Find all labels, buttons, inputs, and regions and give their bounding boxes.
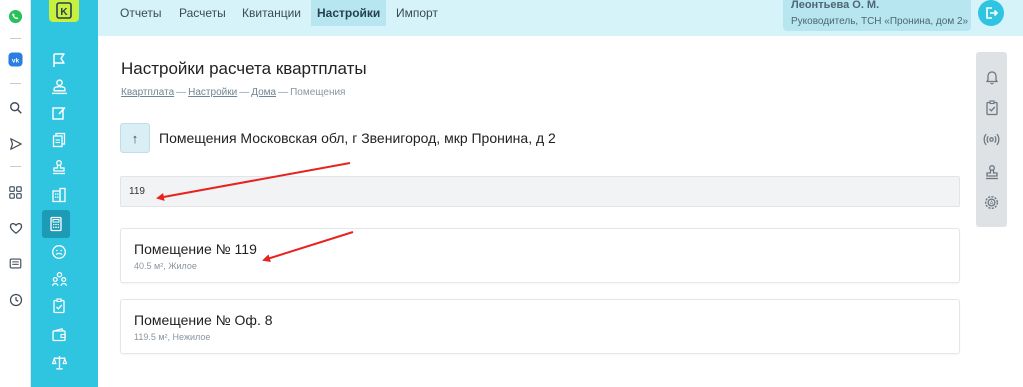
checklist-icon[interactable]	[983, 99, 1000, 116]
breadcrumb: Квартплата — Настройки — Дома — Помещения	[121, 87, 346, 98]
building-icon[interactable]	[48, 184, 70, 206]
vk-icon[interactable]: vk	[7, 51, 24, 68]
calculator-icon[interactable]	[42, 210, 70, 238]
tab-reports[interactable]: Отчеты	[114, 0, 167, 26]
page-title: Настройки расчета квартплаты	[121, 59, 367, 78]
search-icon[interactable]	[7, 99, 24, 116]
user-name: Леонтьева О. М.	[791, 0, 880, 11]
apps-icon[interactable]	[7, 184, 24, 201]
stamp-icon[interactable]	[983, 163, 1000, 180]
send-icon[interactable]	[7, 135, 24, 152]
bell-icon[interactable]	[983, 68, 1000, 85]
smile-icon[interactable]	[48, 241, 70, 263]
user-role: Руководитель, ТСН «Пронина, дом 2»	[791, 16, 969, 27]
address-heading: Помещения Московская обл, г Звенигород, …	[159, 130, 556, 146]
heart-icon[interactable]	[7, 219, 24, 236]
tab-settings[interactable]: Настройки	[311, 0, 387, 26]
room-name: Помещение № 119	[134, 241, 257, 257]
svg-text:vk: vk	[12, 57, 20, 64]
wallet-icon[interactable]	[48, 324, 70, 346]
user-card[interactable]: Леонтьева О. М. Руководитель, ТСН «Прони…	[783, 0, 971, 31]
users-icon[interactable]	[48, 75, 70, 97]
edit-icon[interactable]	[48, 102, 70, 124]
room-card[interactable]: Помещение № 119 40.5 м², Жилое	[120, 228, 960, 283]
clock-icon[interactable]	[7, 291, 24, 308]
tab-receipts[interactable]: Квитанции	[236, 0, 307, 26]
broadcast-icon[interactable]	[983, 131, 1000, 148]
svg-text:A: A	[990, 201, 994, 207]
room-card[interactable]: Помещение № Оф. 8 119.5 м², Нежилое	[120, 299, 960, 354]
back-up-button[interactable]: ↑	[120, 123, 150, 153]
team-icon[interactable]	[48, 268, 70, 290]
screen: vk K Отчеты Расчеты Квитанции Настройки …	[0, 0, 1023, 387]
app-logo[interactable]: K	[49, 0, 79, 22]
tab-calculations[interactable]: Расчеты	[173, 0, 232, 26]
app-bar: vk	[0, 0, 31, 387]
room-name: Помещение № Оф. 8	[134, 312, 273, 328]
sidebar: K	[31, 0, 98, 387]
svg-text:K: K	[60, 7, 68, 18]
checklist-icon[interactable]	[48, 295, 70, 317]
stamp-icon[interactable]	[48, 156, 70, 178]
arrow-up-icon: ↑	[131, 130, 139, 146]
breadcrumb-rent[interactable]: Квартплата	[121, 87, 174, 98]
breadcrumb-houses[interactable]: Дома	[251, 87, 276, 98]
flag-icon[interactable]	[48, 49, 70, 71]
room-info: 119.5 м², Нежилое	[134, 332, 211, 342]
logout-icon	[986, 7, 999, 19]
top-nav: Отчеты Расчеты Квитанции Настройки Импор…	[98, 0, 1023, 36]
news-icon[interactable]	[7, 255, 24, 272]
scales-icon[interactable]	[48, 351, 70, 373]
tab-import[interactable]: Импорт	[390, 0, 444, 26]
whatsapp-icon[interactable]	[7, 8, 24, 25]
settings-icon[interactable]: A	[983, 194, 1000, 211]
right-panel: A	[976, 52, 1007, 227]
documents-icon[interactable]	[48, 129, 70, 151]
logout-button[interactable]	[978, 0, 1004, 26]
breadcrumb-rooms: Помещения	[290, 87, 346, 98]
search-input[interactable]	[120, 176, 960, 207]
breadcrumb-settings[interactable]: Настройки	[188, 87, 237, 98]
room-info: 40.5 м², Жилое	[134, 261, 197, 271]
